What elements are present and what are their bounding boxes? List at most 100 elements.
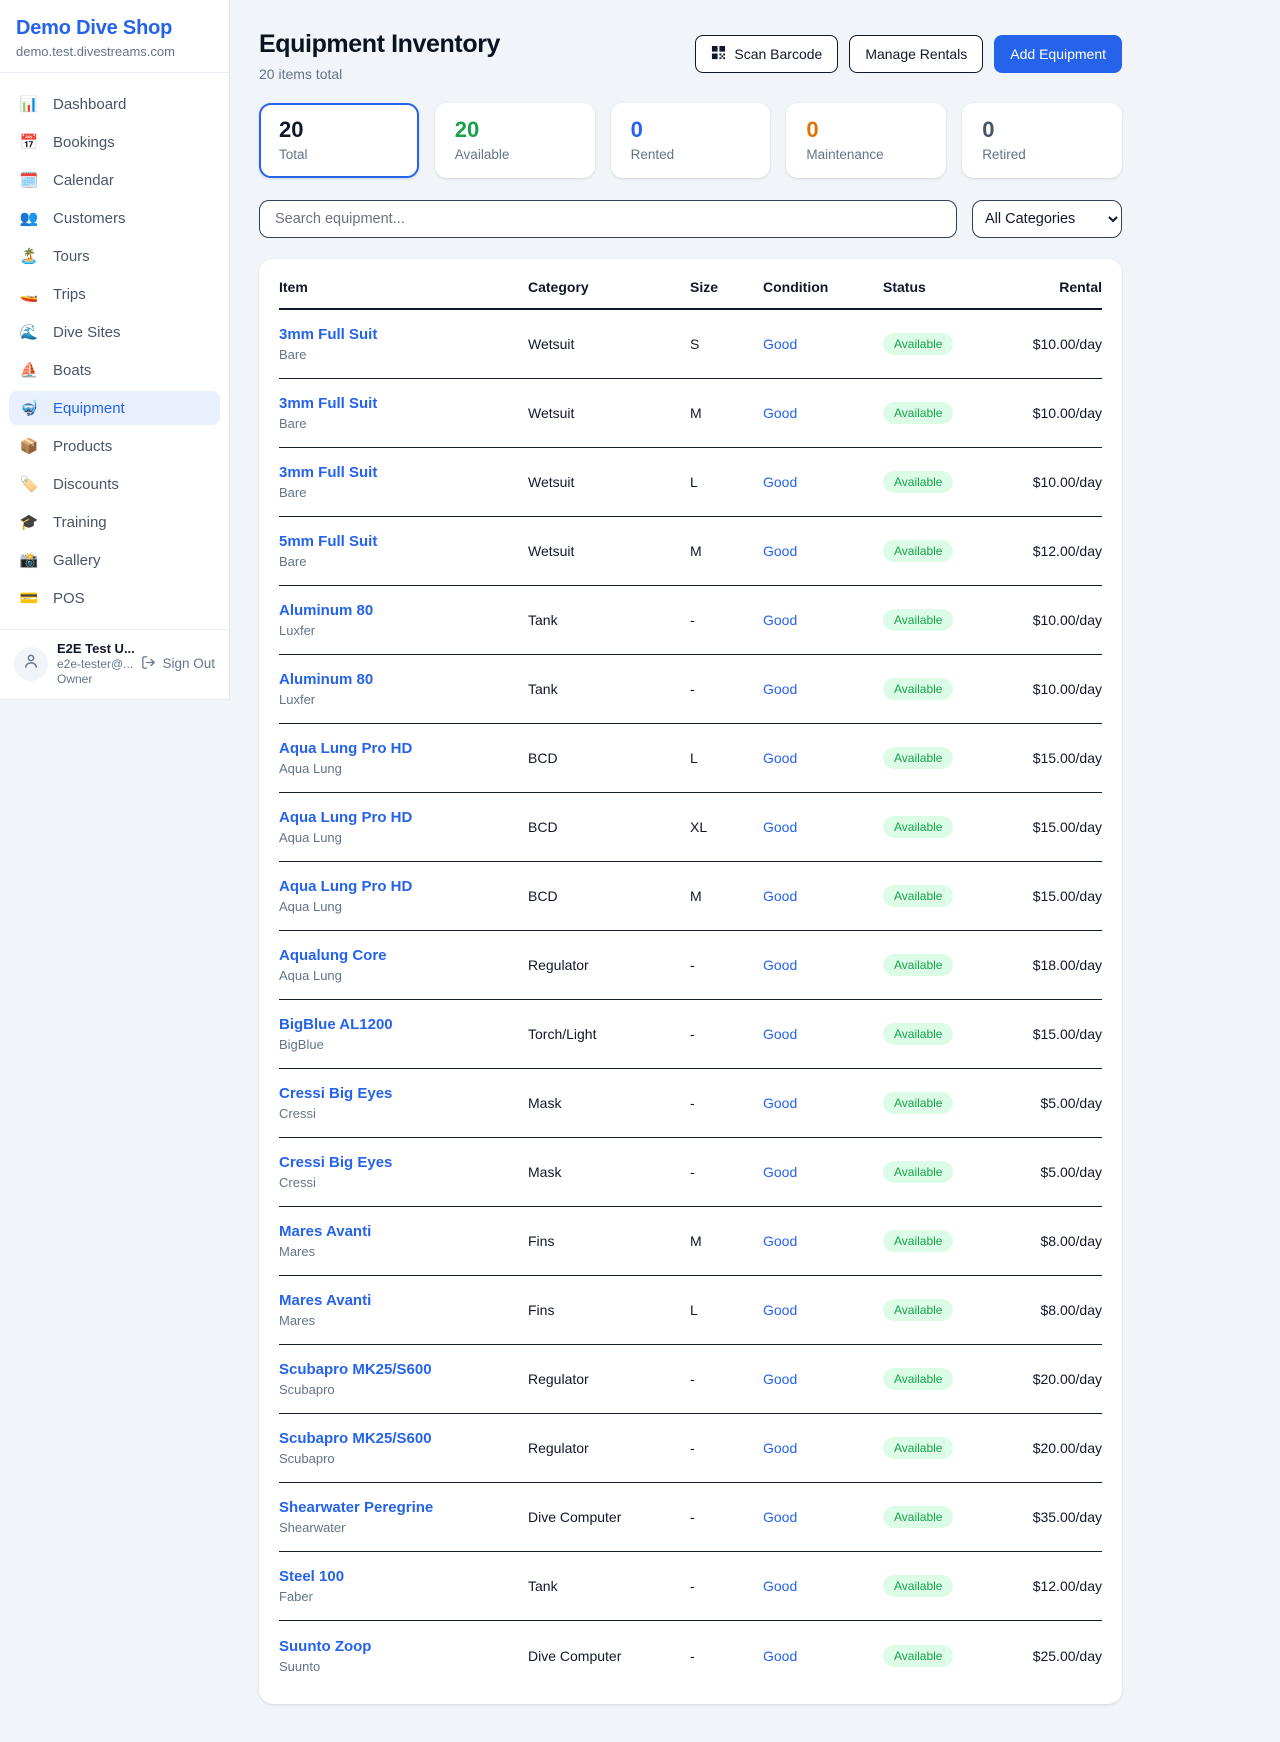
category-cell: Tank: [528, 681, 690, 697]
status-cell: Available: [883, 471, 1031, 493]
sidebar-item-equipment[interactable]: 🤿Equipment: [9, 391, 220, 425]
condition-link[interactable]: Good: [763, 1302, 883, 1318]
sidebar-item-training[interactable]: 🎓Training: [9, 505, 220, 539]
item-name-link[interactable]: Aqualung Core: [279, 947, 387, 964]
stat-label: Retired: [982, 147, 1102, 162]
condition-link[interactable]: Good: [763, 1095, 883, 1111]
item-name-link[interactable]: Scubapro MK25/S600: [279, 1361, 432, 1378]
add-equipment-label: Add Equipment: [1010, 46, 1106, 62]
item-name-link[interactable]: Shearwater Peregrine: [279, 1499, 433, 1516]
item-name-link[interactable]: Aqua Lung Pro HD: [279, 809, 412, 826]
item-name-link[interactable]: 3mm Full Suit: [279, 395, 377, 412]
status-badge: Available: [883, 1161, 953, 1183]
sidebar-item-tours[interactable]: 🏝️Tours: [9, 239, 220, 273]
item-name-link[interactable]: Aqua Lung Pro HD: [279, 878, 412, 895]
condition-link[interactable]: Good: [763, 1440, 883, 1456]
condition-link[interactable]: Good: [763, 336, 883, 352]
condition-link[interactable]: Good: [763, 888, 883, 904]
item-name-link[interactable]: BigBlue AL1200: [279, 1016, 393, 1033]
sidebar-item-trips[interactable]: 🚤Trips: [9, 277, 220, 311]
item-name-link[interactable]: 3mm Full Suit: [279, 326, 377, 343]
category-cell: Wetsuit: [528, 543, 690, 559]
condition-link[interactable]: Good: [763, 405, 883, 421]
condition-link[interactable]: Good: [763, 612, 883, 628]
status-badge: Available: [883, 747, 953, 769]
sidebar-item-label: POS: [53, 590, 85, 607]
sidebar-item-dashboard[interactable]: 📊Dashboard: [9, 87, 220, 121]
item-cell: Suunto Zoop Suunto: [279, 1638, 528, 1674]
condition-link[interactable]: Good: [763, 474, 883, 490]
sidebar-nav: 📊Dashboard 📅Bookings 🗓️Calendar 👥Customers 🏝…: [0, 73, 229, 629]
table-row: BigBlue AL1200BigBlueTorch/Light-GoodAva…: [279, 1000, 1102, 1069]
item-name-link[interactable]: 3mm Full Suit: [279, 464, 377, 481]
manage-rentals-button[interactable]: Manage Rentals: [849, 35, 983, 73]
category-cell: Dive Computer: [528, 1509, 690, 1525]
sidebar-item-discounts[interactable]: 🏷️Discounts: [9, 467, 220, 501]
sign-out-label: Sign Out: [162, 656, 215, 671]
condition-link[interactable]: Good: [763, 1026, 883, 1042]
item-name-link[interactable]: Mares Avanti: [279, 1292, 371, 1309]
item-name-link[interactable]: Aluminum 80: [279, 602, 373, 619]
sidebar-item-customers[interactable]: 👥Customers: [9, 201, 220, 235]
scan-barcode-button[interactable]: Scan Barcode: [695, 35, 838, 73]
condition-link[interactable]: Good: [763, 1578, 883, 1594]
stat-card-available[interactable]: 20Available: [435, 103, 595, 178]
condition-link[interactable]: Good: [763, 1233, 883, 1249]
item-cell: Aluminum 80Luxfer: [279, 602, 528, 638]
sidebar-item-products[interactable]: 📦Products: [9, 429, 220, 463]
sidebar-item-label: Bookings: [53, 134, 115, 151]
stat-card-rented[interactable]: 0Rented: [611, 103, 771, 178]
column-header-condition: Condition: [763, 279, 883, 295]
item-name-link[interactable]: Aqua Lung Pro HD: [279, 740, 412, 757]
sidebar-item-label: Dive Sites: [53, 324, 121, 341]
item-name-link[interactable]: Mares Avanti: [279, 1223, 371, 1240]
stat-value: 0: [631, 117, 751, 143]
condition-link[interactable]: Good: [763, 957, 883, 973]
stats-row: 20Total20Available0Rented0Maintenance0Re…: [259, 103, 1122, 178]
item-cell: Scubapro MK25/S600Scubapro: [279, 1361, 528, 1397]
item-brand: Bare: [279, 554, 528, 569]
size-cell: M: [690, 543, 763, 559]
sidebar-item-label: Training: [53, 514, 107, 531]
size-cell: L: [690, 750, 763, 766]
condition-link[interactable]: Good: [763, 1648, 883, 1664]
sidebar-item-pos[interactable]: 💳POS: [9, 581, 220, 615]
table-row: 3mm Full SuitBareWetsuitSGoodAvailable$1…: [279, 310, 1102, 379]
shop-name: Demo Dive Shop: [16, 17, 213, 40]
condition-link[interactable]: Good: [763, 819, 883, 835]
sign-out-button[interactable]: Sign Out: [141, 655, 215, 673]
condition-link[interactable]: Good: [763, 543, 883, 559]
search-input[interactable]: [259, 200, 957, 238]
table-row: Scubapro MK25/S600ScubaproRegulator-Good…: [279, 1414, 1102, 1483]
rental-cell: $12.00/day: [1031, 1578, 1102, 1594]
status-cell: Available: [883, 1437, 1031, 1459]
condition-link[interactable]: Good: [763, 1371, 883, 1387]
sidebar-item-boats[interactable]: ⛵Boats: [9, 353, 220, 387]
item-name-link[interactable]: Steel 100: [279, 1568, 344, 1585]
condition-link[interactable]: Good: [763, 750, 883, 766]
condition-link[interactable]: Good: [763, 681, 883, 697]
sidebar-item-bookings[interactable]: 📅Bookings: [9, 125, 220, 159]
sidebar-item-label: Discounts: [53, 476, 119, 493]
item-cell: Shearwater PeregrineShearwater: [279, 1499, 528, 1535]
sidebar-item-calendar[interactable]: 🗓️Calendar: [9, 163, 220, 197]
status-cell: Available: [883, 402, 1031, 424]
sidebar-item-gallery[interactable]: 📸Gallery: [9, 543, 220, 577]
stat-card-retired[interactable]: 0Retired: [962, 103, 1122, 178]
rental-cell: $8.00/day: [1031, 1233, 1102, 1249]
sidebar-item-dive-sites[interactable]: 🌊Dive Sites: [9, 315, 220, 349]
item-name-link[interactable]: Aluminum 80: [279, 671, 373, 688]
item-brand: Suunto: [279, 1659, 528, 1674]
item-name-link[interactable]: Scubapro MK25/S600: [279, 1430, 432, 1447]
category-select[interactable]: All Categories: [972, 200, 1122, 238]
item-name-link[interactable]: 5mm Full Suit: [279, 533, 377, 550]
item-name-link[interactable]: Suunto Zoop: [279, 1638, 371, 1655]
stat-card-total[interactable]: 20Total: [259, 103, 419, 178]
condition-link[interactable]: Good: [763, 1509, 883, 1525]
stat-card-maintenance[interactable]: 0Maintenance: [786, 103, 946, 178]
add-equipment-button[interactable]: Add Equipment: [994, 35, 1122, 73]
item-name-link[interactable]: Cressi Big Eyes: [279, 1085, 392, 1102]
item-name-link[interactable]: Cressi Big Eyes: [279, 1154, 392, 1171]
condition-link[interactable]: Good: [763, 1164, 883, 1180]
item-cell: Cressi Big EyesCressi: [279, 1085, 528, 1121]
